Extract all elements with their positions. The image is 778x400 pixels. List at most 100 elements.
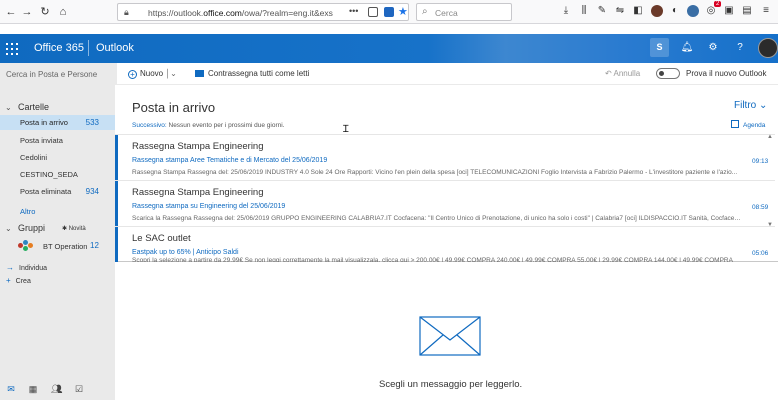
search-icon: ⌕ [422,6,428,17]
lock-icon: 🔒︎ [124,7,129,17]
app-launcher-icon[interactable] [0,34,24,63]
unread-indicator [115,227,118,263]
more-folders-link[interactable]: Altro [20,207,35,216]
create-group-link[interactable]: + Crea [6,276,31,285]
sender: Rassegna Stampa Engineering [132,141,264,152]
mark-all-read-button[interactable]: Contrassegna tutti come letti [195,69,309,78]
list-item[interactable]: Rassegna Stampa Engineering Rassegna sta… [115,134,775,181]
folders-header[interactable]: ⌄ Cartelle [0,100,115,116]
group-icon [18,240,34,251]
new-outlook-toggle[interactable] [656,68,680,79]
browser-toolbar: ← → ↻ ⌂ 🔒︎ https://outlook.office.com/ow… [0,0,778,24]
list-item[interactable]: Le SAC outlet Eastpak up to 65% | Antici… [115,226,775,264]
skype-icon[interactable]: S [650,38,669,57]
page-actions-icon[interactable]: ••• [349,6,358,16]
search-placeholder: Cerca [435,8,458,18]
plus-icon: + [6,276,11,285]
filter-button[interactable]: Filtro ⌄ [734,100,767,111]
sender: Rassegna Stampa Engineering [132,187,264,198]
download-icon[interactable]: ⤓ [560,5,572,17]
preview: Scarica la Rassegna Rassegna del: 25/06/… [132,215,744,222]
sidebar-item-cedolini[interactable]: Cedolini [0,150,115,165]
notification-badge: 2 [714,1,722,7]
divider [88,40,89,56]
forward-icon[interactable]: → [20,5,34,19]
home-icon[interactable]: ⌂ [56,5,70,19]
mail-search-input[interactable]: Cerca in Posta e Persone [0,63,117,85]
profile-icon[interactable] [651,5,663,17]
browser-search-input[interactable]: ⌕ Cerca [416,3,512,21]
chevron-down-icon[interactable]: │⌄ [165,69,177,78]
sender: Le SAC outlet [132,233,191,244]
next-event-text: Successivo: Nessun evento per i prossimi… [132,122,285,129]
arrow-right-icon: → [6,263,14,272]
extension-icon[interactable]: ◐ [669,5,681,17]
pocket-icon[interactable] [368,7,378,17]
module-switcher: ✉ ▦ 👥︎ ☑ [0,379,115,400]
unread-count: 934 [85,187,99,196]
envelope-open-icon [195,70,204,77]
avatar[interactable] [758,38,778,58]
sidebar-item-cestino-seda[interactable]: CESTINO_SEDA [0,167,115,182]
o365-header: Office 365 Outlook S 🔔︎ ⚙ ? [0,34,778,63]
url-text[interactable]: https://outlook.office.com/owa/?realm=en… [148,8,343,18]
subject: Rassegna stampa su Engineering del 25/06… [132,203,286,210]
envelope-icon [419,316,481,356]
library-icon[interactable]: ⫼ [578,5,590,17]
subject: Eastpak up to 65% | Anticipo Saldi [132,249,239,256]
extension-icon[interactable]: ▤ [741,5,753,17]
unread-count: 533 [85,118,99,127]
chevron-down-icon[interactable]: ⌄ [5,224,12,233]
extension-icon[interactable] [384,7,394,17]
text-cursor-icon: Ɪ [343,124,349,135]
scroll-down-icon[interactable]: ▼ [766,222,774,228]
search-placeholder: Cerca in Posta e Persone [6,70,98,79]
groups-header[interactable]: ⌄ Gruppi ✱ Novità [0,221,115,237]
gear-icon[interactable]: ⚙ [706,41,720,55]
app-title[interactable]: Outlook [96,42,134,54]
calendar-icon [731,120,739,128]
message-list-scrollbar[interactable]: ▲ ▼ [766,134,774,230]
calendar-icon[interactable]: ▦ [28,384,38,394]
tasks-icon[interactable]: ☑ [74,384,84,394]
extension-icon[interactable] [687,5,699,17]
people-icon[interactable]: 👥︎ [51,384,62,394]
sidebar-item-sent[interactable]: Posta inviata [0,133,115,148]
reading-pane: Scegli un messaggio per leggerlo. [115,262,778,400]
sidebar-item-deleted[interactable]: Posta eliminata 934 [0,184,115,199]
bell-icon[interactable]: 🔔︎ [680,41,694,55]
sidebar-item-inbox[interactable]: Posta in arrivo 533 [0,115,115,130]
message-list: Posta in arrivo Filtro ⌄ Successivo: Nes… [115,85,778,264]
sync-icon[interactable]: ⇋ [614,5,626,17]
scroll-up-icon[interactable]: ▲ [766,134,774,140]
bookmark-star-icon[interactable]: ★ [398,5,408,18]
help-icon[interactable]: ? [733,41,747,55]
list-item[interactable]: Rassegna Stampa Engineering Rassegna sta… [115,180,775,227]
chevron-down-icon[interactable]: ⌄ [5,103,12,112]
extension-icon[interactable]: ◧ [632,5,644,17]
discover-groups-link[interactable]: → Individua [6,263,47,272]
plus-icon: + [128,70,137,79]
subject: Rassegna stampa Aree Tematiche e di Merc… [132,157,328,164]
new-groups-badge[interactable]: ✱ Novità [62,225,86,232]
menu-icon[interactable]: ≡ [760,5,772,17]
empty-reading-hint: Scegli un messaggio per leggerlo. [379,379,523,390]
page-title: Posta in arrivo [132,100,216,115]
reload-icon[interactable]: ↻ [38,5,52,19]
new-message-button[interactable]: + Nuovo │⌄ [128,69,177,79]
extension-icon[interactable]: ▣ [723,5,735,17]
unread-indicator [115,181,118,227]
evernote-icon[interactable]: ✎ [596,5,608,17]
command-bar: Cerca in Posta e Persone + Nuovo │⌄ Contra… [0,63,778,85]
timestamp: 05:06 [752,250,769,257]
undo-button[interactable]: ↶ Annulla [605,69,640,78]
address-bar[interactable]: 🔒︎ https://outlook.office.com/owa/?realm… [117,3,409,21]
back-icon[interactable]: ← [4,5,18,19]
brand-title[interactable]: Office 365 [34,42,84,54]
unread-indicator [115,135,118,181]
agenda-button[interactable]: Agenda [731,120,765,129]
sidebar-item-bt-operation[interactable]: BT Operation 12 [0,238,115,254]
left-nav: ⌄ Cartelle Posta in arrivo 533 Posta inv… [0,85,115,400]
try-new-outlook-label[interactable]: Prova il nuovo Outlook [686,69,767,78]
mail-icon[interactable]: ✉ [6,384,16,394]
